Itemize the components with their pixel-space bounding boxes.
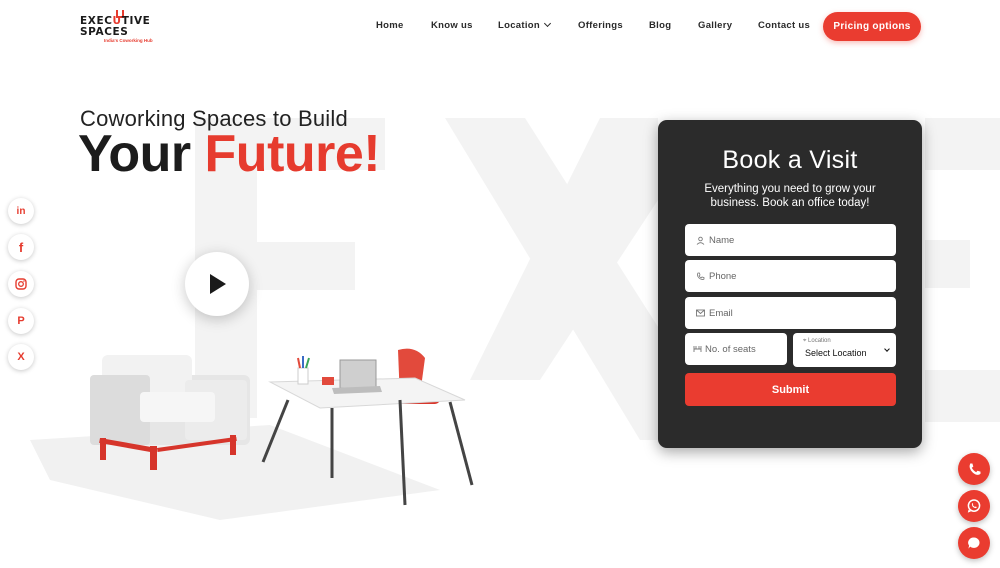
phone-input[interactable]: Phone (685, 260, 896, 292)
chevron-down-icon (884, 346, 890, 352)
nav-home[interactable]: Home (376, 20, 404, 31)
envelope-icon (695, 308, 705, 318)
nav-know-us[interactable]: Know us (431, 20, 473, 31)
book-visit-description: Everything you need to grow your busines… (704, 183, 876, 209)
phone-placeholder: Phone (709, 270, 737, 282)
hero-title: Your Future! (78, 124, 381, 184)
book-visit-card: Book a Visit Everything you need to grow… (658, 120, 922, 448)
hero-title-red: Future! (204, 125, 381, 183)
whatsapp-icon (967, 499, 981, 513)
nav-gallery[interactable]: Gallery (698, 20, 732, 31)
book-visit-title: Book a Visit (722, 146, 858, 174)
location-select[interactable]: ⌖ Location Select Location (793, 333, 896, 367)
pricing-options-button[interactable]: Pricing options (823, 12, 921, 41)
phone-icon (969, 463, 980, 475)
location-select-value: Select Location (805, 348, 867, 358)
linkedin-icon[interactable]: in (8, 198, 34, 224)
chat-bubble-icon (968, 537, 980, 549)
whatsapp-button[interactable] (958, 490, 990, 522)
office-furniture-illustration (30, 348, 474, 520)
seats-input[interactable]: No. of seats (685, 333, 787, 365)
nav-offerings[interactable]: Offerings (578, 20, 623, 31)
play-video-button[interactable] (185, 252, 249, 316)
play-icon (210, 274, 226, 294)
seat-icon (693, 340, 702, 358)
email-input[interactable]: Email (685, 297, 896, 329)
call-button[interactable] (958, 453, 990, 485)
nav-contact-us[interactable]: Contact us (758, 20, 810, 31)
nav-location[interactable]: Location (498, 19, 552, 31)
hero-title-dark: Your (78, 125, 191, 183)
name-input[interactable]: Name (685, 224, 896, 256)
phone-icon (695, 271, 705, 281)
chevron-down-icon (543, 19, 552, 28)
email-placeholder: Email (709, 307, 733, 319)
location-select-label: ⌖ Location (803, 338, 831, 344)
name-placeholder: Name (709, 234, 735, 246)
chat-button[interactable] (958, 527, 990, 559)
logo-tagline: India's Coworking Hub (104, 38, 153, 43)
nav-blog[interactable]: Blog (649, 20, 671, 31)
facebook-icon[interactable]: f (8, 234, 34, 260)
logo-text-line2: SPACES (80, 26, 129, 38)
seats-placeholder: No. of seats (705, 343, 756, 355)
site-header: EXECUTIVE SPACES India's Coworking Hub H… (0, 0, 1000, 52)
submit-button[interactable]: Submit (685, 373, 896, 406)
brand-logo[interactable]: EXECUTIVE SPACES India's Coworking Hub (80, 10, 153, 43)
instagram-icon[interactable] (8, 271, 34, 297)
user-icon (695, 235, 705, 245)
